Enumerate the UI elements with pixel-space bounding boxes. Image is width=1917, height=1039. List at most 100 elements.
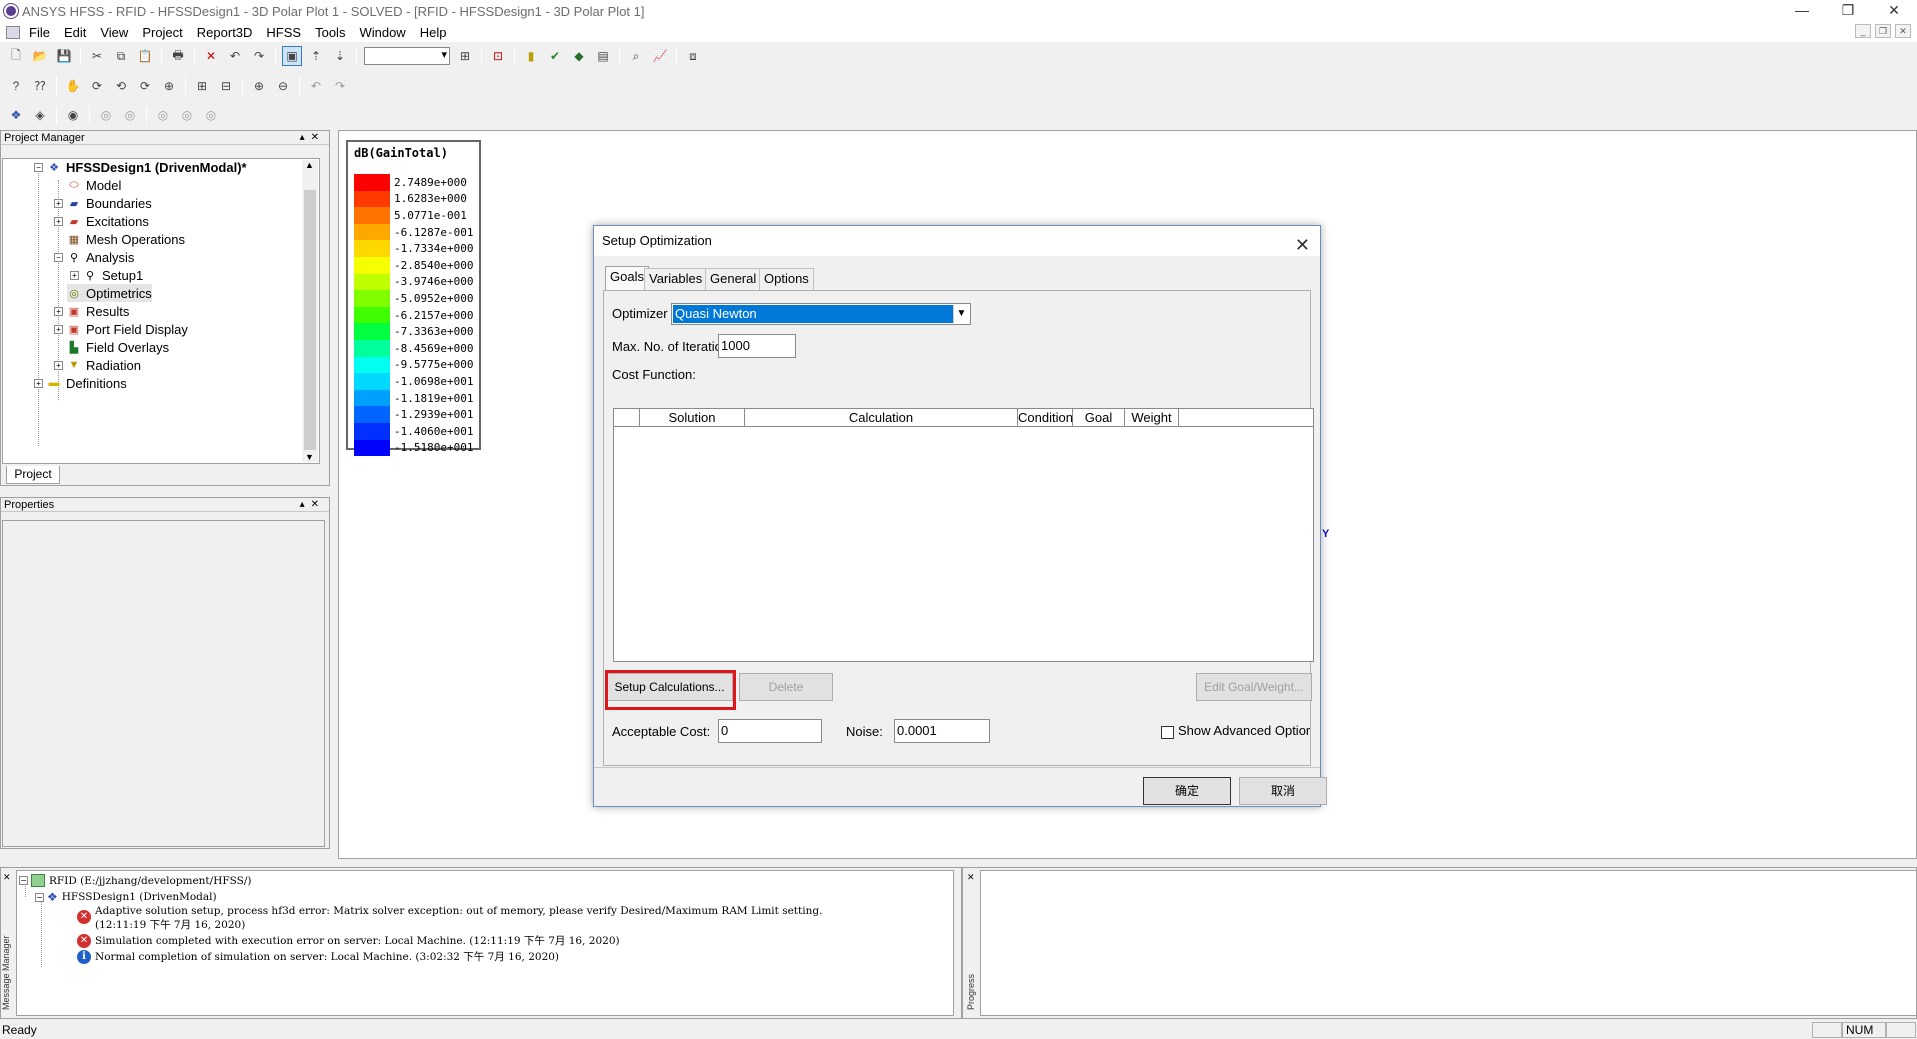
menu-help[interactable]: Help	[413, 25, 454, 40]
object-icon-1[interactable]: ◎	[96, 105, 116, 125]
stop-icon[interactable]: ⊡	[488, 46, 508, 66]
expand-icon[interactable]: +	[54, 306, 63, 316]
message-item[interactable]: ✕ Adaptive solution setup, process hf3d …	[77, 905, 822, 932]
collapse-icon[interactable]: −	[54, 252, 63, 262]
chevron-down-icon[interactable]: ▼	[953, 305, 969, 323]
message-design-row[interactable]: − ❖ HFSSDesign1 (DrivenModal)	[35, 890, 217, 904]
object-icon-3[interactable]: ◎	[153, 105, 173, 125]
new-icon[interactable]: 🗋	[6, 46, 26, 66]
pan-icon[interactable]: ✋	[63, 76, 83, 96]
cut-icon[interactable]: ✂	[87, 46, 107, 66]
expand-icon[interactable]: +	[54, 324, 63, 334]
expand-icon[interactable]: +	[34, 378, 43, 388]
expand-icon[interactable]: +	[54, 360, 63, 370]
tree-node-boundaries[interactable]: + ▰ Boundaries	[54, 194, 152, 212]
noise-input[interactable]: 0.0001	[894, 719, 990, 743]
mdi-close-button[interactable]: ✕	[1895, 24, 1911, 38]
cancel-button[interactable]: 取消	[1239, 777, 1327, 805]
tree-node-excitations[interactable]: + ▰ Excitations	[54, 212, 149, 230]
zoom-in-icon[interactable]: ⊕	[249, 76, 269, 96]
tree-node-port-field-display[interactable]: + ▣ Port Field Display	[54, 320, 188, 338]
document-icon[interactable]	[6, 25, 20, 39]
panel-close-icon[interactable]: ✕	[3, 872, 11, 883]
variables-icon[interactable]: ⊞	[455, 46, 475, 66]
context-help-icon[interactable]: ⁇	[30, 76, 50, 96]
copy-icon[interactable]: ⧉	[111, 46, 131, 66]
message-item[interactable]: i Normal completion of simulation on ser…	[77, 949, 559, 964]
orient-icon[interactable]: ⟳	[135, 76, 155, 96]
zoom-icon[interactable]: ⊕	[159, 76, 179, 96]
mdi-minimize-button[interactable]: _	[1855, 24, 1871, 38]
open-icon[interactable]: 📂	[30, 46, 50, 66]
visibility-icon[interactable]: ◉	[63, 105, 83, 125]
acceptable-cost-input[interactable]: 0	[718, 719, 822, 743]
delete-button[interactable]: Delete	[739, 673, 833, 701]
analyze-icon[interactable]: ◆	[569, 46, 589, 66]
scroll-up-icon[interactable]: ▲	[305, 160, 314, 170]
zoom-out-icon[interactable]: ⊖	[273, 76, 293, 96]
close-window-button[interactable]: ✕	[1871, 0, 1917, 22]
redo-view-icon[interactable]: ↷	[330, 76, 350, 96]
edit-goal-weight-button[interactable]: Edit Goal/Weight...	[1196, 673, 1312, 701]
rotate-axis-icon[interactable]: ⟲	[111, 76, 131, 96]
object-icon-5[interactable]: ◎	[201, 105, 221, 125]
scroll-down-icon[interactable]: ▼	[305, 452, 314, 462]
expand-icon[interactable]: +	[70, 270, 79, 280]
tab-general[interactable]: General	[705, 268, 762, 290]
select-icon[interactable]: ▣	[282, 46, 302, 66]
collapse-icon[interactable]: −	[19, 876, 28, 885]
color-legend[interactable]: dB(GainTotal) 2.7489e+000 1.6283e+000 5.07…	[346, 140, 481, 457]
panel-pin-close-icon[interactable]: ▴✕	[300, 498, 325, 512]
move-down-icon[interactable]: ⇣	[330, 46, 350, 66]
plot-icon[interactable]: 📈	[650, 46, 670, 66]
wireframe-icon[interactable]: ◈	[30, 105, 50, 125]
redo-icon[interactable]: ↷	[249, 46, 269, 66]
tab-options[interactable]: Options	[759, 268, 814, 290]
cost-function-table[interactable]: Solution Calculation Condition Goal Weig…	[613, 408, 1314, 662]
shading-icon[interactable]: ❖	[6, 105, 26, 125]
menu-edit[interactable]: Edit	[57, 25, 93, 40]
undo-view-icon[interactable]: ↶	[306, 76, 326, 96]
message-project-row[interactable]: − RFID (E:/jjzhang/development/HFSS/)	[19, 874, 251, 887]
tree-node-results[interactable]: + ▣ Results	[54, 302, 129, 320]
tree-node-analysis[interactable]: − ⚲ Analysis	[54, 248, 134, 266]
expand-icon[interactable]: +	[54, 198, 63, 208]
menu-hfss[interactable]: HFSS	[259, 25, 308, 40]
toolbar-combo[interactable]	[364, 47, 450, 65]
panel-pin-close-icon[interactable]: ▴✕	[300, 131, 325, 145]
check-icon[interactable]: ✔	[545, 46, 565, 66]
paste-icon[interactable]: 📋	[135, 46, 155, 66]
column-header-solution[interactable]: Solution	[640, 409, 745, 427]
tree-node-optimetrics[interactable]: ◎ Optimetrics	[67, 284, 152, 302]
object-icon-4[interactable]: ◎	[177, 105, 197, 125]
message-item[interactable]: ✕ Simulation completed with execution er…	[77, 933, 620, 948]
search-icon[interactable]: ⌕	[626, 46, 646, 66]
tree-node-design[interactable]: − ❖ HFSSDesign1 (DrivenModal)*	[34, 158, 247, 176]
fit-all-icon[interactable]: ⊞	[192, 76, 212, 96]
tree-node-model[interactable]: ⬭ Model	[67, 176, 121, 194]
fit-selection-icon[interactable]: ⊟	[216, 76, 236, 96]
rotate-icon[interactable]: ⟳	[87, 76, 107, 96]
menu-report3d[interactable]: Report3D	[190, 25, 260, 40]
menu-file[interactable]: File	[22, 25, 57, 40]
menu-window[interactable]: Window	[352, 25, 412, 40]
menu-tools[interactable]: Tools	[308, 25, 352, 40]
expand-icon[interactable]: +	[54, 216, 63, 226]
column-header-goal[interactable]: Goal	[1073, 409, 1125, 427]
panel-close-icon[interactable]: ✕	[967, 872, 975, 883]
restore-button[interactable]: ❐	[1825, 0, 1871, 22]
tab-project[interactable]: Project	[6, 466, 60, 484]
move-up-icon[interactable]: ⇡	[306, 46, 326, 66]
mdi-restore-button[interactable]: ❐	[1875, 24, 1891, 38]
dialog-close-icon[interactable]: ✕	[1295, 230, 1310, 260]
menu-project[interactable]: Project	[135, 25, 189, 40]
minimize-button[interactable]: —	[1779, 0, 1825, 22]
max-iterations-input[interactable]: 1000	[718, 334, 796, 358]
tab-goals[interactable]: Goals	[605, 266, 649, 291]
collapse-icon[interactable]: −	[34, 162, 43, 172]
tree-node-setup1[interactable]: + ⚲ Setup1	[70, 266, 143, 284]
undo-icon[interactable]: ↶	[225, 46, 245, 66]
save-icon[interactable]: 💾	[54, 46, 74, 66]
scroll-thumb[interactable]	[304, 190, 316, 450]
ok-button[interactable]: 确定	[1143, 777, 1231, 805]
